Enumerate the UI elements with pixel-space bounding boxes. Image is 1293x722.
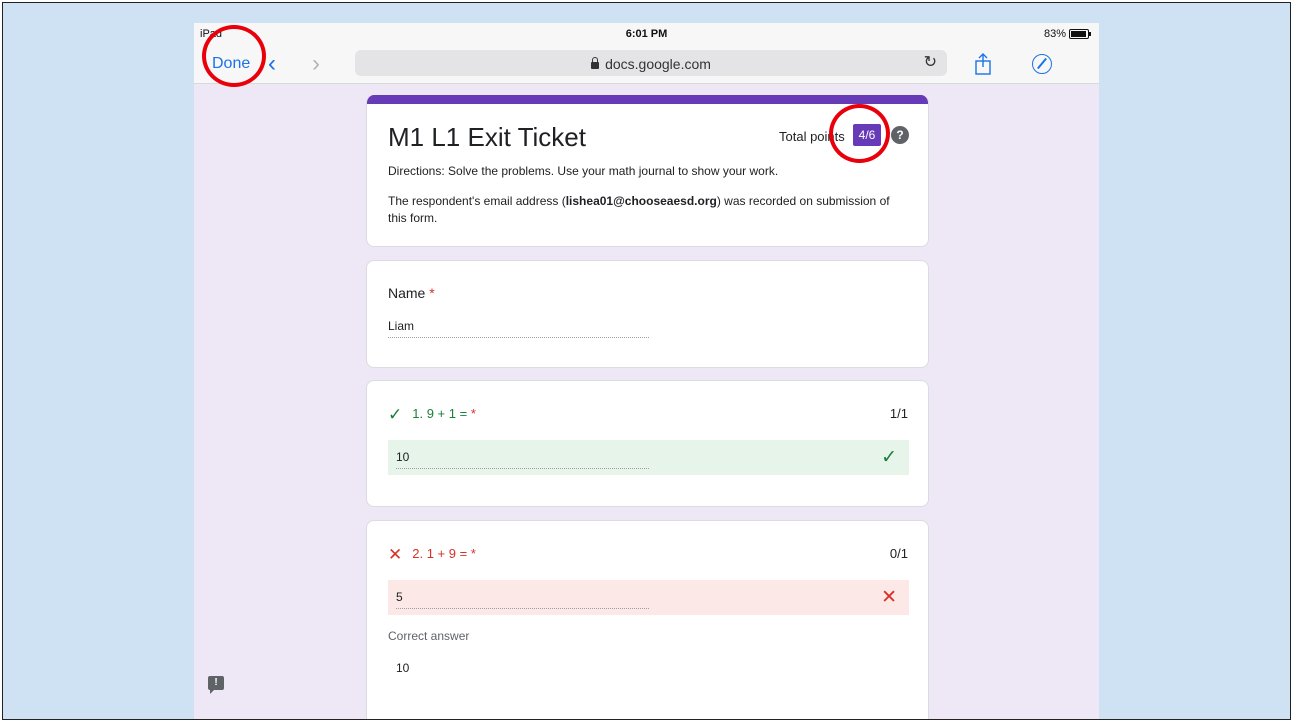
battery-icon [1069,29,1091,39]
status-bar: iPad 6:01 PM 83% [194,23,1099,45]
slide: iPad 6:01 PM 83% Done ‹ › docs.google.co… [2,2,1291,720]
clock: 6:01 PM [625,28,668,40]
email-notice: The respondent's email address (lishea01… [388,194,890,225]
question-label: 1. 9 + 1 = [412,406,468,421]
question-header: ✕ 2. 1 + 9 = * [388,545,476,565]
required-asterisk: * [429,285,435,301]
form-directions: Directions: Solve the problems. Use your… [388,164,779,178]
lock-icon [591,57,600,69]
cross-icon: ✕ [388,545,403,564]
check-icon: ✓ [388,405,403,424]
name-question-card: Name * Liam [366,260,929,368]
form-accent-band [367,95,928,104]
answer-box-incorrect: 5 ✕ [388,580,909,615]
share-icon[interactable] [974,53,992,75]
feedback-icon[interactable]: ! [208,676,224,694]
question-points: 0/1 [889,546,908,561]
annotation-circle-done [202,25,266,87]
required-asterisk: * [470,406,476,421]
correct-answer-label: Correct answer [388,629,470,643]
url-text: docs.google.com [605,56,711,72]
answer-box-correct: 10 ✓ [388,440,909,475]
cross-icon: ✕ [881,587,897,608]
question-card-1: ✓ 1. 9 + 1 = * 1/1 10 ✓ [366,380,929,507]
name-answer: Liam [388,319,649,338]
correct-answer-value: 10 [396,661,410,675]
question-card-2: ✕ 2. 1 + 9 = * 0/1 5 ✕ Correct answer 10 [366,520,929,719]
question-header: ✓ 1. 9 + 1 = * [388,405,476,425]
address-bar[interactable]: docs.google.com ↻ [355,50,947,76]
help-icon[interactable]: ? [891,126,909,144]
form-title: M1 L1 Exit Ticket [388,122,586,152]
respondent-email: lishea01@chooseaesd.org [565,194,717,208]
ipad-screen: iPad 6:01 PM 83% Done ‹ › docs.google.co… [194,23,1099,719]
chevron-right-icon[interactable]: › [312,50,320,78]
battery-indicator: 83% [1043,28,1091,40]
check-icon: ✓ [881,447,897,468]
browser-toolbar: Done ‹ › docs.google.com ↻ [194,45,1099,84]
compass-icon[interactable] [1032,54,1052,74]
url-display: docs.google.com [355,56,947,72]
chevron-left-icon[interactable]: ‹ [268,50,276,78]
question-label: 2. 1 + 9 = [412,546,468,561]
answer-value: 5 [396,590,649,609]
annotation-circle-score [829,104,890,163]
battery-percent: 83% [1043,28,1066,40]
question-label: Name * [388,285,435,301]
required-asterisk: * [470,546,476,561]
answer-value: 10 [396,450,649,469]
question-points: 1/1 [889,406,908,421]
reload-icon[interactable]: ↻ [924,52,937,72]
